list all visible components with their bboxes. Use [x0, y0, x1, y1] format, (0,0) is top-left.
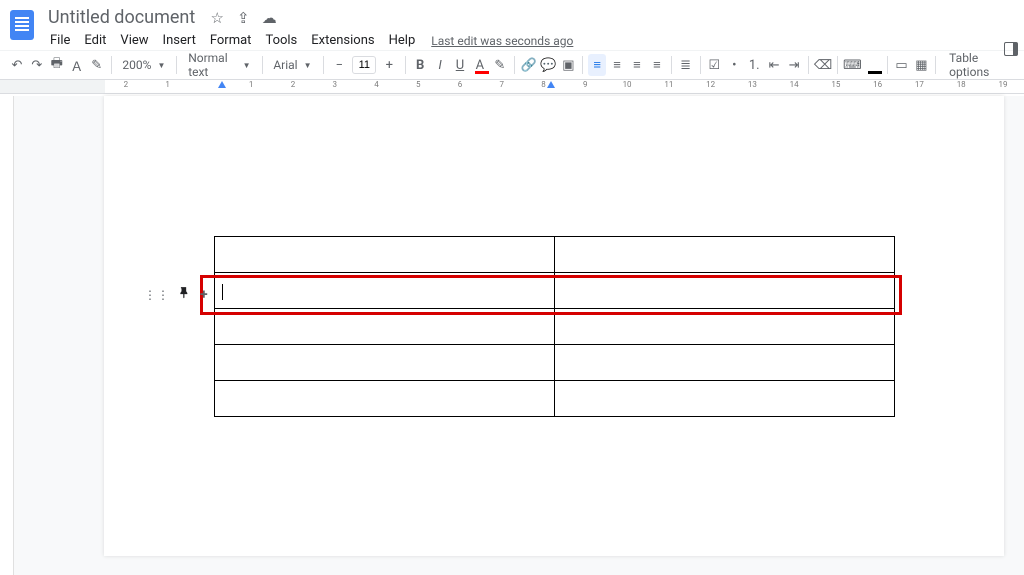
font-size-increase[interactable]: + [378, 54, 400, 76]
increase-indent-button[interactable]: ⇥ [785, 54, 803, 76]
move-icon[interactable]: ⇪ [235, 10, 251, 26]
add-comment-button[interactable]: 💬 [540, 54, 558, 76]
row-controls: ⋮⋮ + [144, 286, 208, 304]
font-select[interactable]: Arial ▼ [267, 54, 317, 76]
clear-formatting-button[interactable]: ⌫ [814, 54, 832, 76]
paragraph-style-select[interactable]: Normal text ▼ [182, 54, 256, 76]
text-color-button[interactable]: A [471, 54, 489, 76]
border-color-button[interactable] [864, 54, 882, 76]
pin-row-icon[interactable] [178, 286, 192, 304]
menu-bar: File Edit View Insert Format Tools Exten… [44, 31, 573, 50]
indent-marker[interactable] [218, 81, 226, 88]
zoom-value: 200% [122, 58, 151, 72]
menu-tools[interactable]: Tools [259, 31, 303, 50]
chevron-down-icon: ▼ [157, 61, 165, 70]
menu-format[interactable]: Format [204, 31, 258, 50]
border-width-button[interactable]: ▭ [893, 54, 911, 76]
document-page[interactable]: ⋮⋮ + [104, 96, 1004, 556]
align-center-button[interactable]: ≡ [608, 54, 626, 76]
text-cursor [222, 284, 223, 300]
menu-help[interactable]: Help [383, 31, 422, 50]
table-row [215, 381, 895, 417]
spellcheck-button[interactable]: Ａ [68, 54, 86, 76]
align-left-button[interactable]: ≡ [588, 54, 606, 76]
menu-insert[interactable]: Insert [157, 31, 202, 50]
style-value: Normal text [188, 51, 236, 79]
menu-edit[interactable]: Edit [78, 31, 112, 50]
decrease-indent-button[interactable]: ⇤ [765, 54, 783, 76]
chevron-down-icon: ▼ [243, 61, 251, 70]
cloud-status-icon[interactable]: ☁ [261, 10, 277, 26]
redo-button[interactable]: ↷ [28, 54, 46, 76]
input-tools-button[interactable]: ⌨ [843, 54, 862, 76]
menu-extensions[interactable]: Extensions [305, 31, 380, 50]
italic-button[interactable]: I [431, 54, 449, 76]
vertical-ruler[interactable] [0, 96, 14, 575]
last-edit-link[interactable]: Last edit was seconds ago [431, 34, 573, 48]
cell-background-button[interactable]: ▦ [912, 54, 930, 76]
insert-image-button[interactable]: ▣ [559, 54, 577, 76]
table-row [215, 273, 895, 309]
bold-button[interactable]: B [411, 54, 429, 76]
document-table[interactable] [214, 236, 895, 417]
font-value: Arial [273, 58, 297, 72]
table-row [215, 345, 895, 381]
underline-button[interactable]: U [451, 54, 469, 76]
zoom-select[interactable]: 200% ▼ [116, 54, 171, 76]
line-spacing-button[interactable]: ≣ [677, 54, 695, 76]
table-row [215, 237, 895, 273]
checklist-button[interactable]: ☑ [705, 54, 723, 76]
drag-handle-icon[interactable]: ⋮⋮ [144, 288, 170, 302]
align-right-button[interactable]: ≡ [628, 54, 646, 76]
paint-format-button[interactable]: ✎ [88, 54, 106, 76]
horizontal-ruler[interactable]: 2112345678910111213141516171819 [0, 80, 1024, 94]
menu-file[interactable]: File [44, 31, 76, 50]
undo-button[interactable]: ↶ [8, 54, 26, 76]
highlight-button[interactable]: ✎ [491, 54, 509, 76]
numbered-list-button[interactable]: 1. [745, 54, 763, 76]
bulleted-list-button[interactable]: • [725, 54, 743, 76]
right-indent-marker[interactable] [547, 81, 555, 88]
align-justify-button[interactable]: ≡ [648, 54, 666, 76]
insert-link-button[interactable]: 🔗 [520, 54, 538, 76]
star-icon[interactable]: ☆ [209, 10, 225, 26]
table-row [215, 309, 895, 345]
document-title[interactable]: Untitled document [44, 6, 199, 29]
chevron-down-icon: ▼ [304, 61, 312, 70]
docs-logo[interactable] [10, 10, 34, 40]
toolbar: ↶ ↷ 🖶 Ａ ✎ 200%▼ Normal text▼ Arial▼ − + … [0, 50, 1024, 80]
insert-row-icon[interactable]: + [200, 287, 208, 303]
font-size-input[interactable] [352, 56, 376, 74]
side-panel-toggle[interactable] [1004, 42, 1018, 56]
print-button[interactable]: 🖶 [48, 54, 66, 76]
menu-view[interactable]: View [114, 31, 154, 50]
font-size-decrease[interactable]: − [328, 54, 350, 76]
